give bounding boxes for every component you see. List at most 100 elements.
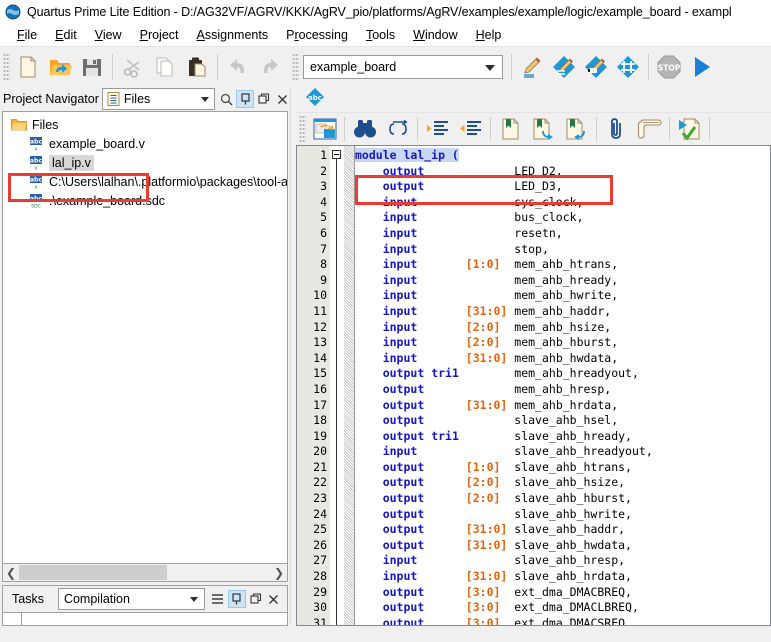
- pencil-edit-icon[interactable]: [516, 50, 548, 84]
- scroll-template-icon[interactable]: [633, 113, 666, 145]
- increase-indent-icon[interactable]: [421, 113, 454, 145]
- code-line[interactable]: output LED_D2,: [355, 164, 770, 180]
- code-line[interactable]: output [1:0] slave_ahb_htrans,: [355, 460, 770, 476]
- close-icon[interactable]: [274, 91, 290, 107]
- editor-separator-5: [669, 117, 670, 141]
- revision-selector[interactable]: example_board: [303, 55, 503, 79]
- pin-icon[interactable]: [227, 590, 246, 608]
- redo-arrow-icon[interactable]: [254, 50, 286, 84]
- code-line[interactable]: output [31:0] mem_ahb_hrdata,: [355, 398, 770, 414]
- abc-diamond-icon[interactable]: abc: [304, 87, 326, 112]
- project-navigator-view-selector[interactable]: Files: [101, 88, 215, 110]
- code-line[interactable]: input [2:0] mem_ahb_hburst,: [355, 335, 770, 351]
- list-menu-icon[interactable]: [210, 591, 226, 607]
- decrease-indent-icon[interactable]: [454, 113, 487, 145]
- code-line[interactable]: input [2:0] mem_ahb_hsize,: [355, 320, 770, 336]
- list-item[interactable]: abc SDC .\example_board.sdc: [3, 191, 287, 210]
- code-line[interactable]: input [1:0] mem_ahb_htrans,: [355, 257, 770, 273]
- menu-processing[interactable]: Processing: [277, 26, 357, 44]
- code-line[interactable]: output [3:0] ext_dma_DMACLBREQ,: [355, 600, 770, 616]
- svg-text:abc: abc: [30, 196, 43, 203]
- search-icon[interactable]: [218, 91, 234, 107]
- code-line[interactable]: input stop,: [355, 242, 770, 258]
- scrollbar-track[interactable]: [167, 565, 271, 580]
- save-icon[interactable]: [76, 50, 108, 84]
- menu-window[interactable]: Window: [404, 26, 466, 44]
- pin-icon[interactable]: [236, 90, 254, 108]
- binoculars-find-icon[interactable]: [348, 113, 381, 145]
- code-line[interactable]: output LED_D3,: [355, 179, 770, 195]
- undo-arrow-icon[interactable]: [222, 50, 254, 84]
- menu-help[interactable]: Help: [467, 26, 511, 44]
- code-line[interactable]: output [2:0] slave_ahb_hburst,: [355, 491, 770, 507]
- blue-diamond-pin-icon[interactable]: [580, 50, 612, 84]
- list-item[interactable]: abc v C:\Users\lalhan\.platformio\packag…: [3, 172, 287, 191]
- code-line[interactable]: output slave_ahb_hwrite,: [355, 507, 770, 523]
- tasks-table-col-status: [3, 613, 22, 625]
- open-folder-icon[interactable]: [44, 50, 76, 84]
- run-check-file-icon[interactable]: [673, 113, 706, 145]
- blue-diamond-grid-icon[interactable]: [612, 50, 644, 84]
- toolbar-grip[interactable]: [3, 53, 10, 81]
- code-content[interactable]: module lal_ip ( output LED_D2, output LE…: [355, 146, 770, 625]
- copy-icon[interactable]: [149, 50, 181, 84]
- bookmark-next-icon[interactable]: [527, 113, 560, 145]
- code-line[interactable]: output [31:0] slave_ahb_hwdata,: [355, 538, 770, 554]
- menu-edit[interactable]: Edit: [46, 26, 86, 44]
- code-line[interactable]: output [3:0] ext_dma_DMACBREQ,: [355, 585, 770, 601]
- open-in-window-icon[interactable]: [308, 113, 341, 145]
- paperclip-attach-icon[interactable]: [600, 113, 633, 145]
- restore-window-icon[interactable]: [248, 591, 264, 607]
- tasks-flow-selector[interactable]: Compilation: [57, 588, 205, 610]
- scrollbar-thumb[interactable]: [19, 565, 167, 580]
- menu-assignments[interactable]: Assignments: [188, 26, 278, 44]
- code-line[interactable]: input slave_ahb_hresp,: [355, 553, 770, 569]
- tree-root-files[interactable]: Files: [3, 115, 287, 134]
- code-line[interactable]: output [3:0] ext_dma_DMACSREQ,: [355, 616, 770, 625]
- code-folding-gutter[interactable]: [330, 146, 344, 625]
- project-navigator-tree[interactable]: Files abc v example_board.v abc v lal_ip…: [2, 111, 288, 564]
- code-line[interactable]: input resetn,: [355, 226, 770, 242]
- code-line[interactable]: module lal_ip (: [355, 148, 770, 164]
- menu-file[interactable]: File: [8, 26, 46, 44]
- bookmark-prev-icon[interactable]: [560, 113, 593, 145]
- bookmark-toggle-icon[interactable]: [494, 113, 527, 145]
- menu-tools[interactable]: Tools: [357, 26, 404, 44]
- fold-collapse-box[interactable]: [332, 150, 341, 159]
- code-line[interactable]: output [2:0] slave_ahb_hsize,: [355, 475, 770, 491]
- code-line[interactable]: output [31:0] slave_ahb_haddr,: [355, 522, 770, 538]
- editor-separator-3: [490, 117, 491, 141]
- play-triangle-icon[interactable]: [685, 50, 717, 84]
- toolbar-grip-2[interactable]: [292, 53, 299, 81]
- editor-toolbar-grip[interactable]: [299, 115, 306, 143]
- code-line[interactable]: input slave_ahb_hreadyout,: [355, 444, 770, 460]
- list-item[interactable]: abc v example_board.v: [3, 134, 287, 153]
- code-line[interactable]: input [31:0] slave_ahb_hrdata,: [355, 569, 770, 585]
- cut-scissors-icon[interactable]: [117, 50, 149, 84]
- scroll-left-arrow-icon[interactable]: ❮: [3, 565, 19, 580]
- code-line[interactable]: output tri1 mem_ahb_hreadyout,: [355, 366, 770, 382]
- code-line[interactable]: output mem_ahb_hresp,: [355, 382, 770, 398]
- tasks-panel-table[interactable]: [2, 613, 288, 626]
- code-line[interactable]: output tri1 slave_ahb_hready,: [355, 429, 770, 445]
- blue-diamond-pencil-icon[interactable]: [548, 50, 580, 84]
- menu-view[interactable]: View: [86, 26, 131, 44]
- code-line[interactable]: input sys_clock,: [355, 195, 770, 211]
- code-line[interactable]: input mem_ahb_hwrite,: [355, 288, 770, 304]
- code-line[interactable]: input mem_ahb_hready,: [355, 273, 770, 289]
- code-line[interactable]: input [31:0] mem_ahb_haddr,: [355, 304, 770, 320]
- stop-sign-icon[interactable]: STOP: [653, 50, 685, 84]
- project-navigator-hscrollbar[interactable]: ❮ ❯: [2, 564, 288, 582]
- code-line[interactable]: input bus_clock,: [355, 210, 770, 226]
- code-editor[interactable]: 1 2 3 4 5 6 7 8 9 10 11 12 13 14 15 16 17 18 19 20 21 22 23 24 2…: [296, 145, 771, 626]
- paste-icon[interactable]: [181, 50, 213, 84]
- close-icon[interactable]: [266, 591, 282, 607]
- menu-project[interactable]: Project: [131, 26, 188, 44]
- code-line[interactable]: output slave_ahb_hsel,: [355, 413, 770, 429]
- new-file-icon[interactable]: [12, 50, 44, 84]
- code-line[interactable]: input [31:0] mem_ahb_hwdata,: [355, 351, 770, 367]
- list-item-lal-ip[interactable]: abc v lal_ip.v: [3, 153, 287, 172]
- scroll-right-arrow-icon[interactable]: ❯: [271, 565, 287, 580]
- goto-braces-icon[interactable]: [381, 113, 414, 145]
- restore-window-icon[interactable]: [256, 91, 272, 107]
